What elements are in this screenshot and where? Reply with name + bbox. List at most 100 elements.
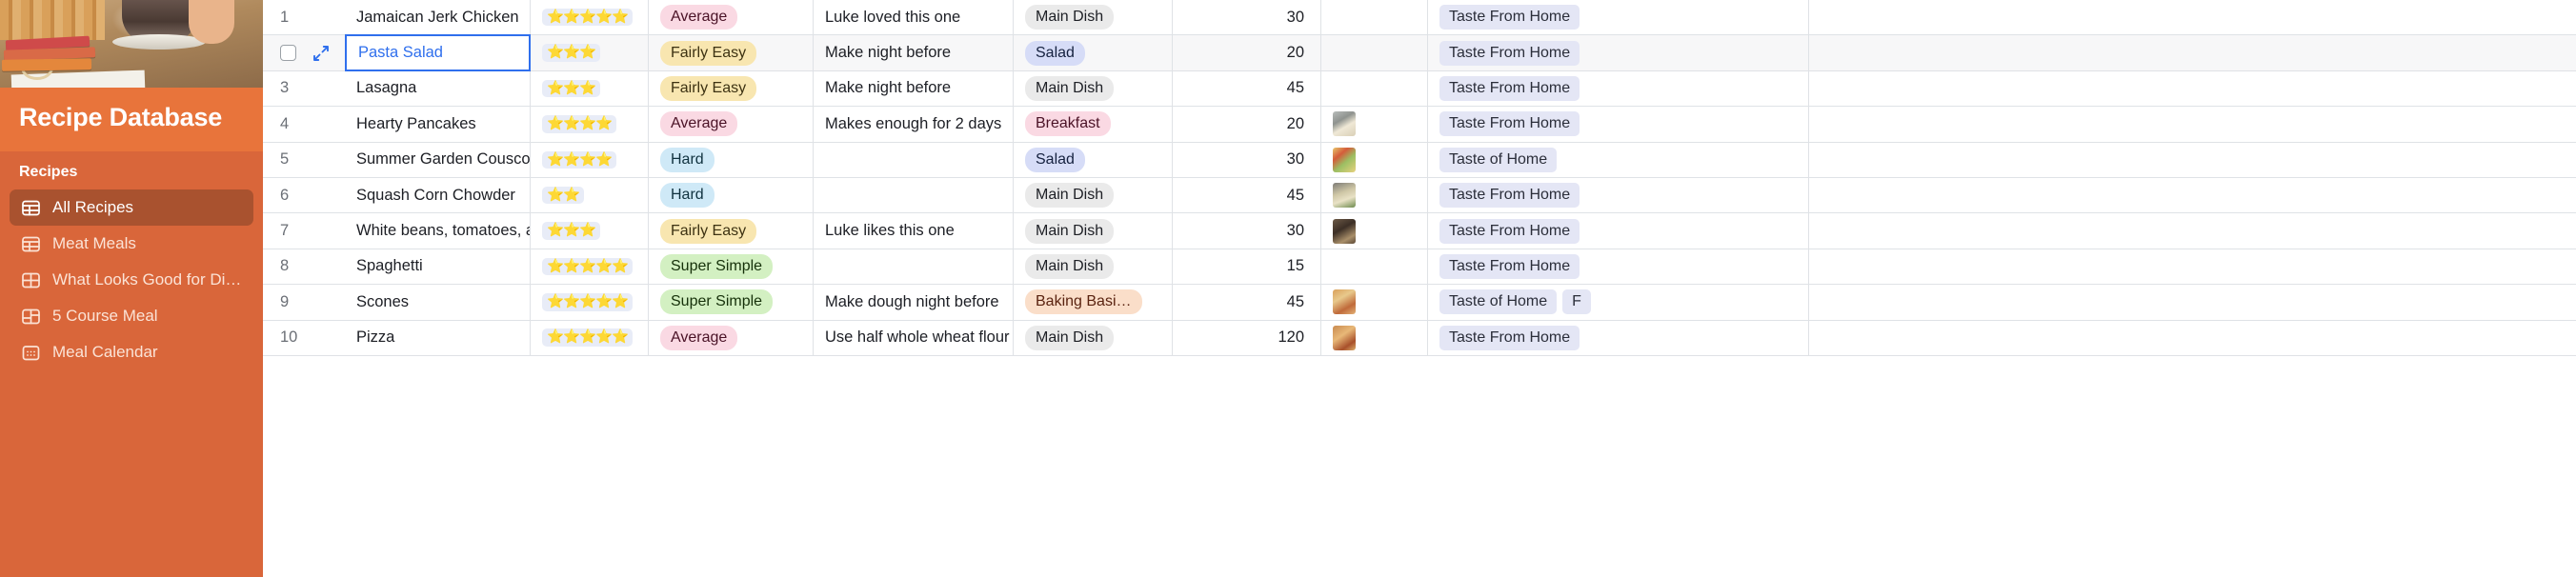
cell-rating[interactable]: ⭐⭐⭐⭐⭐ bbox=[531, 320, 649, 355]
cell-category[interactable]: Main Dish bbox=[1014, 320, 1173, 355]
table-row[interactable]: 6 Squash Corn Chowder ⭐⭐ Hard Main Dish 45 Tas… bbox=[263, 177, 2576, 214]
cell-rating[interactable]: ⭐⭐⭐⭐ bbox=[531, 107, 649, 142]
cell-notes[interactable]: Luke likes this one bbox=[814, 213, 1014, 249]
cell-rating[interactable]: ⭐⭐⭐ bbox=[531, 35, 649, 70]
row-header-cell[interactable]: 10 bbox=[263, 321, 345, 355]
cell-recipe-name[interactable]: Summer Garden Couscou… bbox=[345, 142, 531, 177]
cell-rating[interactable]: ⭐⭐⭐⭐⭐ bbox=[531, 0, 649, 35]
cell-recipe-name[interactable]: White beans, tomatoes, a… bbox=[345, 213, 531, 249]
cell-category[interactable]: Baking Basi… bbox=[1014, 285, 1173, 320]
cell-recipe-name[interactable]: Spaghetti bbox=[345, 249, 531, 285]
cell-difficulty[interactable]: Fairly Easy bbox=[649, 35, 814, 70]
expand-record-icon[interactable] bbox=[312, 45, 330, 62]
row-header-cell[interactable]: 1 bbox=[263, 0, 345, 34]
cell-recipe-name[interactable]: Squash Corn Chowder bbox=[345, 177, 531, 213]
row-header-cell[interactable]: 8 bbox=[263, 249, 345, 284]
cell-photo[interactable] bbox=[1321, 35, 1428, 70]
cell-source[interactable]: Taste From Home bbox=[1428, 249, 1809, 285]
cell-notes[interactable] bbox=[814, 249, 1014, 285]
cell-trailing[interactable] bbox=[1809, 143, 2576, 177]
table-row[interactable]: 5 Summer Garden Couscou… ⭐⭐⭐⭐ Hard Salad 30 Ta… bbox=[263, 142, 2576, 178]
cell-category[interactable]: Salad bbox=[1014, 35, 1173, 70]
cell-notes[interactable]: Luke loved this one bbox=[814, 0, 1014, 35]
cell-time[interactable]: 120 bbox=[1173, 320, 1321, 355]
sidebar-item-meat-meals[interactable]: Meat Meals bbox=[10, 226, 253, 262]
cell-notes[interactable]: Use half whole wheat flour bbox=[814, 320, 1014, 355]
cell-source[interactable]: Taste From Home bbox=[1428, 177, 1809, 213]
cell-recipe-name[interactable]: Jamaican Jerk Chicken bbox=[345, 0, 531, 35]
cell-notes[interactable]: Make night before bbox=[814, 70, 1014, 107]
cell-photo[interactable] bbox=[1321, 320, 1428, 355]
table-row[interactable]: 1 Jamaican Jerk Chicken ⭐⭐⭐⭐⭐ Average Luke l… bbox=[263, 0, 2576, 36]
cell-difficulty[interactable]: Average bbox=[649, 0, 814, 35]
cell-photo[interactable] bbox=[1321, 70, 1428, 107]
row-header-cell[interactable]: 9 bbox=[263, 285, 345, 319]
cell-time[interactable]: 30 bbox=[1173, 0, 1321, 35]
table-row[interactable]: 3 Lasagna ⭐⭐⭐ Fairly Easy Make night before M… bbox=[263, 70, 2576, 108]
row-header-cell[interactable]: 4 bbox=[263, 107, 345, 141]
cell-category[interactable]: Main Dish bbox=[1014, 249, 1173, 285]
cell-notes[interactable]: Make dough night before bbox=[814, 285, 1014, 320]
cell-photo[interactable] bbox=[1321, 249, 1428, 285]
cell-category[interactable]: Main Dish bbox=[1014, 213, 1173, 249]
cell-recipe-name[interactable]: Pizza bbox=[345, 320, 531, 355]
cell-photo[interactable] bbox=[1321, 0, 1428, 35]
cell-photo[interactable] bbox=[1321, 285, 1428, 320]
cell-rating[interactable]: ⭐⭐⭐⭐ bbox=[531, 142, 649, 177]
cell-source[interactable]: Taste From Home bbox=[1428, 0, 1809, 35]
cell-time[interactable]: 20 bbox=[1173, 107, 1321, 142]
cell-trailing[interactable] bbox=[1809, 178, 2576, 212]
cell-difficulty[interactable]: Average bbox=[649, 107, 814, 142]
cell-trailing[interactable] bbox=[1809, 285, 2576, 319]
record-grid[interactable]: 1 Jamaican Jerk Chicken ⭐⭐⭐⭐⭐ Average Luke l… bbox=[263, 0, 2576, 577]
cell-rating[interactable]: ⭐⭐⭐ bbox=[531, 70, 649, 107]
cell-photo[interactable] bbox=[1321, 213, 1428, 249]
cell-time[interactable]: 30 bbox=[1173, 213, 1321, 249]
table-row[interactable]: 10 Pizza ⭐⭐⭐⭐⭐ Average Use half whole wheat … bbox=[263, 320, 2576, 356]
cell-recipe-name[interactable]: Hearty Pancakes bbox=[345, 107, 531, 142]
cell-source[interactable]: Taste From Home bbox=[1428, 213, 1809, 249]
cell-category[interactable]: Salad bbox=[1014, 142, 1173, 177]
cell-time[interactable]: 45 bbox=[1173, 177, 1321, 213]
pancake-batter-photo[interactable] bbox=[1333, 111, 1356, 137]
cell-difficulty[interactable]: Super Simple bbox=[649, 285, 814, 320]
cell-source[interactable]: Taste From Home bbox=[1428, 320, 1809, 355]
row-header-cell[interactable]: 6 bbox=[263, 178, 345, 212]
cell-notes[interactable] bbox=[814, 177, 1014, 213]
cell-category[interactable]: Breakfast bbox=[1014, 107, 1173, 142]
cell-difficulty[interactable]: Super Simple bbox=[649, 249, 814, 285]
cell-source[interactable]: Taste of Home F bbox=[1428, 285, 1809, 320]
cell-source[interactable]: Taste From Home bbox=[1428, 35, 1809, 70]
sidebar-item-5-course-meal[interactable]: 5 Course Meal bbox=[10, 298, 253, 334]
cell-time[interactable]: 15 bbox=[1173, 249, 1321, 285]
cell-trailing[interactable] bbox=[1809, 35, 2576, 70]
pizza-photo[interactable] bbox=[1333, 325, 1356, 350]
cell-photo[interactable] bbox=[1321, 142, 1428, 177]
table-row[interactable]: 9 Scones ⭐⭐⭐⭐⭐ Super Simple Make dough night… bbox=[263, 285, 2576, 321]
sidebar-item-what-looks-good-for-din[interactable]: What Looks Good for Din… bbox=[10, 262, 253, 298]
row-header-cell[interactable]: 7 bbox=[263, 213, 345, 248]
cell-time[interactable]: 45 bbox=[1173, 285, 1321, 320]
table-row[interactable]: 7 White beans, tomatoes, a… ⭐⭐⭐ Fairly Easy… bbox=[263, 213, 2576, 249]
cell-time[interactable]: 30 bbox=[1173, 142, 1321, 177]
cell-rating[interactable]: ⭐⭐ bbox=[531, 177, 649, 213]
cell-rating[interactable]: ⭐⭐⭐⭐⭐ bbox=[531, 285, 649, 320]
cell-rating[interactable]: ⭐⭐⭐⭐⭐ bbox=[531, 249, 649, 285]
couscous-photo[interactable] bbox=[1333, 147, 1356, 172]
cell-notes[interactable]: Make night before bbox=[814, 35, 1014, 70]
cell-source[interactable]: Taste of Home bbox=[1428, 142, 1809, 177]
cell-difficulty[interactable]: Hard bbox=[649, 142, 814, 177]
cell-trailing[interactable] bbox=[1809, 249, 2576, 284]
cell-photo[interactable] bbox=[1321, 107, 1428, 142]
cell-difficulty[interactable]: Fairly Easy bbox=[649, 70, 814, 107]
cell-trailing[interactable] bbox=[1809, 71, 2576, 106]
row-header-cell[interactable]: 3 bbox=[263, 71, 345, 106]
cell-notes[interactable] bbox=[814, 142, 1014, 177]
table-row[interactable]: 8 Spaghetti ⭐⭐⭐⭐⭐ Super Simple Main Dish 15 Ta… bbox=[263, 249, 2576, 286]
cell-difficulty[interactable]: Average bbox=[649, 320, 814, 355]
sidebar-item-meal-calendar[interactable]: Meal Calendar bbox=[10, 334, 253, 370]
table-row[interactable]: 4 Hearty Pancakes ⭐⭐⭐⭐ Average Makes enough … bbox=[263, 107, 2576, 143]
cell-rating[interactable]: ⭐⭐⭐ bbox=[531, 213, 649, 249]
cell-trailing[interactable] bbox=[1809, 321, 2576, 355]
cell-category[interactable]: Main Dish bbox=[1014, 177, 1173, 213]
